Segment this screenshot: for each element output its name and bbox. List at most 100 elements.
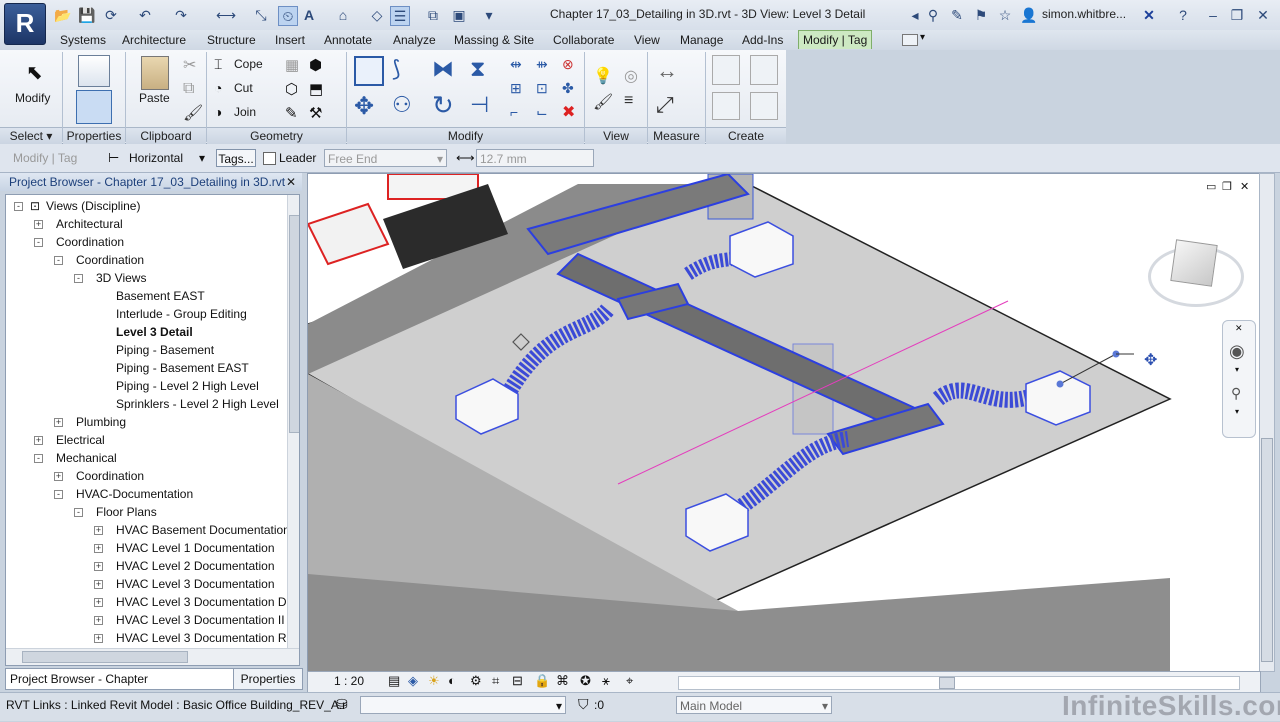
scroll-thumb[interactable] bbox=[939, 677, 955, 689]
cope-icon[interactable]: ⌶ bbox=[214, 56, 222, 73]
geometry-tool-2-icon[interactable]: ⬢ bbox=[309, 56, 322, 74]
linework-icon[interactable]: 🖌 bbox=[593, 92, 613, 112]
delete-icon[interactable]: ✖ bbox=[562, 102, 575, 122]
split-icon[interactable]: ⇹ bbox=[510, 56, 522, 73]
create-assembly-icon[interactable] bbox=[712, 55, 740, 85]
join-icon[interactable]: ◑ bbox=[214, 104, 222, 120]
zoom-icon[interactable]: ⚲ bbox=[1231, 385, 1241, 402]
type-properties-icon[interactable] bbox=[78, 55, 110, 87]
close-icon[interactable]: ✕ bbox=[1235, 323, 1243, 334]
scroll-thumb[interactable] bbox=[289, 215, 299, 433]
search-arrow-icon[interactable]: ◂ bbox=[906, 6, 924, 24]
reveal-hidden-icon[interactable]: ✪ bbox=[580, 673, 591, 689]
maximize-icon[interactable]: ❐ bbox=[1228, 6, 1246, 24]
lock-view-icon[interactable]: 🔒 bbox=[534, 673, 550, 689]
similar-icon[interactable] bbox=[750, 92, 778, 120]
array-icon[interactable]: ⊞ bbox=[510, 80, 522, 97]
aligned-dimension-icon[interactable]: ⤡ bbox=[252, 6, 270, 24]
tab-analyze[interactable]: Analyze bbox=[389, 31, 440, 49]
design-option-select[interactable]: Main Model ▾ bbox=[676, 696, 832, 714]
measure-between-icon[interactable]: ↔ bbox=[656, 58, 678, 84]
offset-icon[interactable]: ⟆ bbox=[392, 56, 401, 82]
geometry-tool-1-icon[interactable]: ▦ bbox=[285, 56, 299, 74]
close-hidden-icon[interactable]: ⧉ bbox=[424, 6, 442, 24]
unpin-icon[interactable]: ⊗ bbox=[562, 56, 574, 73]
section-icon[interactable]: ◇ bbox=[368, 6, 386, 24]
expand-icon[interactable]: + bbox=[54, 418, 63, 427]
geometry-tool-4-icon[interactable]: ⬒ bbox=[309, 80, 323, 98]
qat-dropdown-icon[interactable]: ▾ bbox=[480, 6, 498, 24]
trim-single-icon[interactable]: ⌐ bbox=[510, 104, 518, 120]
binoculars-icon[interactable]: ⚲ bbox=[924, 6, 942, 24]
crop-region-icon[interactable]: ⊟ bbox=[512, 673, 523, 689]
paste-button[interactable]: Paste bbox=[139, 91, 170, 105]
orientation-select[interactable]: Horizontal ▾ bbox=[126, 149, 208, 167]
analysis-display-icon[interactable]: ⚹ bbox=[602, 673, 610, 689]
workset-select[interactable]: ▾ bbox=[360, 696, 566, 714]
view-restore-icon[interactable]: ▭ bbox=[1206, 180, 1216, 193]
collapse-icon[interactable]: - bbox=[34, 238, 43, 247]
user-name[interactable]: simon.whitbre... bbox=[1042, 7, 1126, 21]
view-vertical-scrollbar[interactable] bbox=[1259, 173, 1275, 672]
leader-grip[interactable] bbox=[1056, 380, 1064, 388]
pin-icon[interactable]: ✤ bbox=[562, 80, 574, 97]
browser-horizontal-scrollbar[interactable] bbox=[6, 648, 299, 665]
trim-multiple-icon[interactable]: ⌙ bbox=[536, 104, 548, 121]
geometry-tool-3-icon[interactable]: ⬡ bbox=[285, 80, 298, 98]
tab-collaborate[interactable]: Collaborate bbox=[549, 31, 618, 49]
mirror-axis-icon[interactable]: ⧓ bbox=[432, 56, 454, 82]
expand-icon[interactable]: + bbox=[54, 472, 63, 481]
expand-icon[interactable]: + bbox=[94, 598, 103, 607]
view-scale[interactable]: 1 : 20 bbox=[334, 674, 364, 688]
close-icon[interactable]: ✕ bbox=[1254, 6, 1272, 24]
properties-icon[interactable] bbox=[76, 90, 112, 124]
visual-style-icon[interactable]: ◈ bbox=[408, 673, 418, 689]
cut-clipboard-icon[interactable]: ✂ bbox=[183, 55, 196, 75]
expand-icon[interactable]: + bbox=[94, 526, 103, 535]
sync-icon[interactable]: ⟳ bbox=[102, 6, 120, 24]
subscription-icon[interactable]: ✎ bbox=[948, 6, 966, 24]
tab-manage[interactable]: Manage bbox=[676, 31, 727, 49]
paste-icon[interactable] bbox=[141, 56, 169, 90]
expand-icon[interactable]: + bbox=[34, 436, 43, 445]
tab-properties[interactable]: Properties bbox=[233, 668, 303, 690]
tab-insert[interactable]: Insert bbox=[271, 31, 309, 49]
hide-icon[interactable]: 💡 bbox=[593, 66, 613, 86]
view-tool-icon[interactable]: ≡ bbox=[624, 92, 633, 110]
measure-icon[interactable]: ⟷ bbox=[216, 6, 236, 24]
tab-architecture[interactable]: Architecture bbox=[118, 31, 190, 49]
tab-structure[interactable]: Structure bbox=[203, 31, 260, 49]
open-icon[interactable]: 📂 bbox=[54, 6, 72, 24]
sun-path-icon[interactable]: ☀ bbox=[428, 673, 440, 689]
chevron-down-icon[interactable]: ▾ bbox=[1235, 407, 1239, 416]
expand-icon[interactable]: + bbox=[94, 616, 103, 625]
collapse-icon[interactable]: - bbox=[14, 202, 23, 211]
cope-button[interactable]: Cope bbox=[234, 57, 263, 71]
view-horizontal-scrollbar[interactable] bbox=[678, 676, 1240, 690]
split-gap-icon[interactable]: ⇻ bbox=[536, 56, 548, 73]
cut-button[interactable]: Cut bbox=[234, 81, 253, 95]
move-icon[interactable]: ✥ bbox=[354, 92, 374, 121]
collapse-icon[interactable]: - bbox=[74, 508, 83, 517]
tab-view[interactable]: View bbox=[630, 31, 664, 49]
temporary-hide-icon[interactable]: ⌘ bbox=[556, 673, 569, 689]
tab-annotate[interactable]: Annotate bbox=[320, 31, 376, 49]
join-button[interactable]: Join bbox=[234, 105, 256, 119]
chevron-down-icon[interactable]: ▾ bbox=[1235, 365, 1239, 374]
ribbon-minimize-icon[interactable] bbox=[902, 34, 918, 46]
panel-select[interactable]: Select ▾ bbox=[0, 127, 62, 144]
aligned-dim-icon[interactable]: ⤢ bbox=[656, 92, 674, 118]
tags-button[interactable]: Tags... bbox=[216, 149, 256, 167]
shadows-icon[interactable]: ◐ bbox=[448, 673, 456, 688]
match-type-icon[interactable]: 🖌 bbox=[183, 103, 203, 123]
application-menu-button[interactable]: R bbox=[4, 3, 46, 45]
modify-button[interactable]: Modify bbox=[15, 91, 50, 105]
create-group-icon[interactable] bbox=[712, 92, 740, 120]
copy-modify-icon[interactable]: ⚇ bbox=[392, 92, 412, 118]
collapse-icon[interactable]: - bbox=[74, 274, 83, 283]
expand-icon[interactable]: + bbox=[94, 634, 103, 643]
override-icon[interactable]: ◎ bbox=[624, 66, 638, 86]
leader-length-input[interactable]: 12.7 mm bbox=[476, 149, 594, 167]
viewcube-icon[interactable] bbox=[1170, 239, 1218, 287]
scroll-thumb[interactable] bbox=[1261, 438, 1273, 662]
